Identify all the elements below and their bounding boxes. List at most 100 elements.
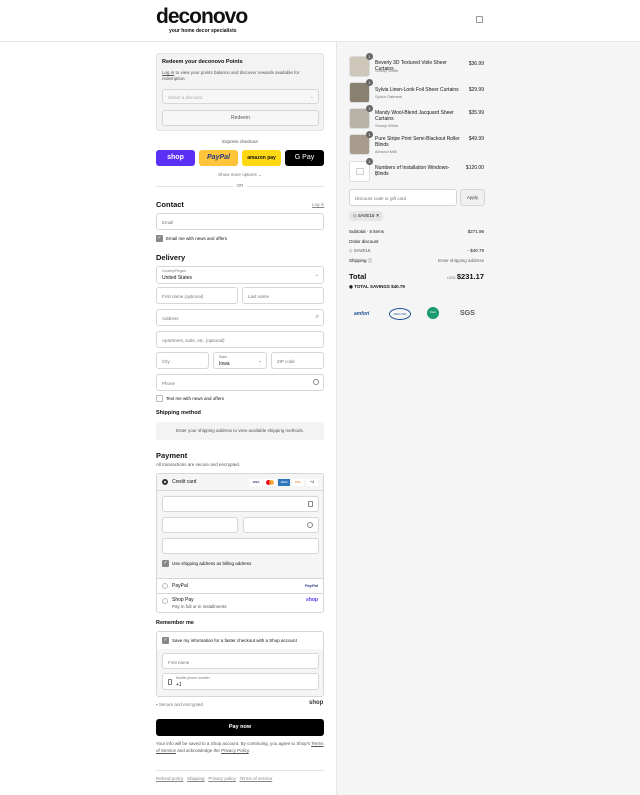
- email-news-checkbox[interactable]: ✓: [156, 235, 163, 242]
- gpay-button[interactable]: G Pay: [285, 150, 324, 166]
- paypal-button[interactable]: PayPal: [199, 150, 238, 166]
- order-discount-label: Order discount: [349, 239, 379, 244]
- country-select[interactable]: Country/Region United States ⌄: [156, 266, 324, 284]
- zip-field[interactable]: ZIP code: [271, 352, 324, 369]
- chevron-down-icon: ⌄: [309, 94, 314, 100]
- quantity-badge: 1: [366, 79, 373, 86]
- shop-pay-option[interactable]: Shop Pay Pay in full or in installments …: [157, 593, 323, 612]
- city-field[interactable]: City: [156, 352, 209, 369]
- points-desc: Log in to view your points balance and d…: [162, 70, 300, 81]
- order-summary: [336, 42, 640, 795]
- header: deconovo your home decor specialists: [0, 0, 640, 42]
- quantity-badge: 1: [366, 158, 373, 165]
- total-savings: ◉ TOTAL SAVINGS $40.79: [349, 284, 405, 289]
- billing-checkbox[interactable]: ✓: [162, 560, 169, 567]
- credit-card-radio[interactable]: [162, 479, 168, 485]
- last-name-field[interactable]: Last name: [242, 287, 324, 304]
- email-field[interactable]: Email: [156, 213, 324, 230]
- footer-links: Refund policy Shipping Privacy policy Te…: [156, 776, 272, 781]
- apply-button[interactable]: Apply: [460, 189, 485, 206]
- product-variant: Almond Milk: [375, 149, 397, 154]
- search-icon: ⌕: [315, 314, 319, 320]
- subtotal-value: $271.96: [467, 229, 484, 234]
- product-variant: 1: [375, 172, 378, 177]
- shipping-link[interactable]: Shipping: [187, 776, 205, 781]
- tagline: your home decor specialists: [169, 28, 237, 34]
- email-news-label: Email me with news and offers: [166, 236, 227, 241]
- phone-field[interactable]: Phone: [156, 374, 324, 391]
- oeko-tex-badge: OEKO-TEX: [389, 308, 411, 320]
- shopping-bag-icon[interactable]: [476, 16, 483, 23]
- secure-note: ▪ Secure and encrypted: [156, 702, 203, 707]
- amfori-badge: amfori: [354, 311, 370, 317]
- divider: [156, 770, 324, 771]
- help-icon[interactable]: [313, 379, 319, 385]
- tag-icon: ◇: [353, 213, 357, 218]
- show-more-options[interactable]: Show more options ⌄: [156, 172, 324, 178]
- eco-badge: Oeko: [427, 307, 439, 319]
- shipping-label: Shipping ⓘ: [349, 258, 373, 263]
- payment-subtitle: All transactions are secure and encrypte…: [156, 462, 241, 467]
- name-on-card-field[interactable]: [162, 538, 319, 554]
- paypal-option[interactable]: PayPal PayPal: [157, 578, 323, 593]
- shop-pay-logo: shop: [306, 597, 318, 603]
- card-number-field[interactable]: [162, 496, 319, 512]
- terms-of-service-link[interactable]: Terms of service: [240, 776, 273, 781]
- express-label: Express checkout: [222, 139, 258, 144]
- text-news-label: Text me with news and offers: [166, 396, 224, 401]
- product-price: $36.99: [468, 61, 484, 67]
- text-news-checkbox[interactable]: [156, 395, 163, 402]
- security-code-field[interactable]: [243, 517, 319, 533]
- points-title: Redeem your deconovo Points: [162, 59, 243, 65]
- privacy-link[interactable]: Privacy Policy: [221, 748, 249, 753]
- save-info-checkbox[interactable]: ✓: [162, 637, 169, 644]
- lock-icon: [308, 501, 313, 507]
- delivery-title: Delivery: [156, 253, 186, 262]
- quantity-badge: 1: [366, 53, 373, 60]
- points-panel: Redeem your deconovo Points Log in to vi…: [156, 53, 324, 131]
- address-field[interactable]: Address ⌕: [156, 309, 324, 326]
- state-select[interactable]: State Iowa ⌄: [213, 352, 267, 369]
- product-variant: Snowy White: [375, 123, 399, 128]
- discount-select[interactable]: Select a discount ⌄: [162, 89, 319, 104]
- redeem-button[interactable]: Redeem: [162, 110, 319, 126]
- shipping-method-title: Shipping method: [156, 410, 201, 416]
- contact-login-link[interactable]: Log in: [312, 202, 324, 207]
- quantity-badge: 1: [366, 131, 373, 138]
- total-value: $231.17: [456, 272, 484, 281]
- amex-icon: AMEX: [278, 479, 290, 486]
- amazon-pay-button[interactable]: amazon pay: [242, 150, 281, 166]
- remember-first-name-field[interactable]: First name: [162, 653, 319, 669]
- apartment-field[interactable]: Apartment, suite, etc. (optional): [156, 331, 324, 348]
- subtotal-label: Subtotal · 5 items: [349, 229, 385, 234]
- discount-code-field[interactable]: Discount code or gift card: [349, 189, 457, 206]
- refund-policy-link[interactable]: Refund policy: [156, 776, 183, 781]
- card-form: ✓ Use shipping address as billing addres…: [157, 491, 323, 578]
- close-icon[interactable]: ✕: [376, 213, 380, 218]
- expiration-field[interactable]: [162, 517, 238, 533]
- shop-pay-button[interactable]: shop: [156, 150, 195, 166]
- or-divider: OR: [233, 183, 247, 188]
- phone-icon: [168, 679, 172, 685]
- product-variant: Sylvia Oatmeal: [375, 94, 402, 99]
- points-login-link[interactable]: Log in: [162, 70, 174, 75]
- shop-pay-radio[interactable]: [162, 598, 168, 604]
- pay-now-button[interactable]: Pay now: [156, 719, 324, 736]
- product-price: $35.99: [468, 110, 484, 116]
- credit-card-option[interactable]: Credit card VISA AMEX DISC +4: [157, 474, 323, 491]
- image-placeholder-icon: [356, 168, 364, 175]
- savings-icon: ◉: [349, 284, 353, 289]
- discount-code-row: ◇ SAVE15: [349, 248, 371, 253]
- help-icon[interactable]: ⓘ: [368, 258, 373, 263]
- privacy-policy-link[interactable]: Privacy policy: [208, 776, 236, 781]
- mobile-phone-field[interactable]: Mobile phone number +1: [162, 673, 319, 690]
- total-label: Total: [349, 272, 367, 281]
- quantity-badge: 1: [366, 105, 373, 112]
- paypal-radio[interactable]: [162, 583, 168, 589]
- logo[interactable]: deconovo: [156, 5, 248, 29]
- mastercard-icon: [264, 479, 276, 486]
- first-name-field[interactable]: First name (optional): [156, 287, 238, 304]
- visa-icon: VISA: [250, 479, 262, 486]
- help-icon[interactable]: [307, 522, 313, 528]
- contact-title: Contact: [156, 200, 184, 209]
